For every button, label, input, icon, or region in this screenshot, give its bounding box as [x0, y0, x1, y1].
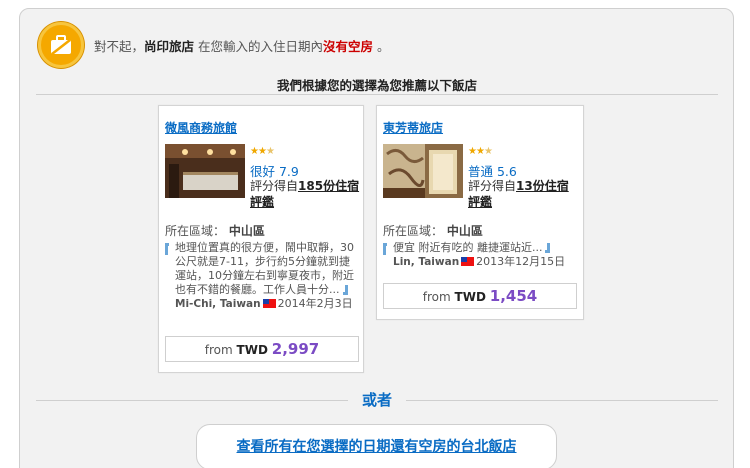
review-text: 地理位置真的很方便，鬧中取靜，30公尺就是7-11，步行約5分鐘就到捷運站，10… — [175, 241, 354, 296]
half-star-icon: ★ — [483, 146, 493, 157]
district: 所在區域： 中山區 — [165, 222, 265, 239]
quote-mark-icon — [383, 243, 387, 255]
divider — [406, 400, 718, 401]
district-value: 中山區 — [228, 224, 265, 238]
price-from-label: from — [204, 343, 233, 357]
hotel-photo[interactable] — [383, 144, 463, 198]
taiwan-flag-icon — [461, 257, 475, 266]
quote-mark-icon — [545, 243, 551, 253]
star-icon: ★ — [468, 146, 477, 157]
district-label: 所在區域： — [165, 224, 226, 238]
hotel-name-link[interactable]: 微風商務旅館 — [165, 119, 237, 136]
price-amount: 2,997 — [271, 340, 320, 358]
alert-middle-text: 在您輸入的入住日期內 — [194, 39, 324, 54]
star-rating: ★★★ — [468, 146, 493, 157]
price-box[interactable]: from TWD 1,454 — [383, 283, 577, 309]
price-currency: TWD — [454, 290, 486, 304]
price-currency: TWD — [236, 343, 268, 357]
suitcase-alert-icon — [38, 22, 84, 68]
hotel-photo[interactable] — [165, 144, 245, 198]
alert-suffix: 。 — [373, 39, 390, 54]
reviewer-name: Lin, Taiwan — [393, 256, 460, 268]
star-rating: ★★★ — [250, 146, 275, 157]
hotel-card: 微風商務旅館 ★★★ 很好 7.9 評分得自185份住宿評鑑 所在區域： 中山區… — [158, 105, 364, 373]
alert-status: 沒有空房 — [323, 39, 374, 54]
review-count: 評分得自185份住宿評鑑 — [250, 178, 360, 210]
review-count-prefix: 評分得自 — [468, 179, 517, 193]
price-from-label: from — [422, 290, 451, 304]
review-quote: 便宜 附近有吃的 離捷運站近... Lin, Taiwan 2013年12月15日 — [383, 241, 577, 269]
district: 所在區域： 中山區 — [383, 222, 483, 239]
hotel-name-link[interactable]: 東芳蒂旅店 — [383, 119, 443, 136]
view-all-available-hotels-button[interactable]: 查看所有在您選擇的日期還有空房的台北飯店 — [196, 424, 557, 468]
review-date: 2013年12月15日 — [476, 255, 566, 268]
star-icon: ★ — [257, 146, 267, 157]
review-date: 2014年2月3日 — [277, 297, 353, 310]
district-value: 中山區 — [446, 224, 483, 238]
taiwan-flag-icon — [262, 299, 276, 308]
star-icon: ★ — [475, 146, 485, 157]
divider — [36, 400, 348, 401]
reviewer-name: Mi-Chi, Taiwan — [175, 298, 261, 310]
review-quote: 地理位置真的很方便，鬧中取靜，30公尺就是7-11，步行約5分鐘就到捷運站，10… — [165, 241, 357, 311]
district-label: 所在區域： — [383, 224, 444, 238]
star-icon: ★ — [250, 146, 259, 157]
alert-message: 對不起，尚印旅店 在您輸入的入住日期內沒有空房 。 — [94, 36, 390, 55]
price-amount: 1,454 — [489, 287, 538, 305]
quote-mark-icon — [165, 243, 169, 255]
view-all-available-hotels-link[interactable]: 查看所有在您選擇的日期還有空房的台北飯店 — [237, 439, 517, 455]
half-star-icon: ★ — [265, 146, 275, 157]
review-count: 評分得自13份住宿評鑑 — [468, 178, 578, 210]
quote-mark-icon — [342, 285, 348, 295]
review-text: 便宜 附近有吃的 離捷運站近... — [393, 241, 543, 254]
or-label: 或者 — [361, 391, 392, 409]
recommend-title: 我們根據您的選擇為您推薦以下飯店 — [276, 78, 477, 93]
divider — [36, 94, 718, 95]
price-box[interactable]: from TWD 2,997 — [165, 336, 359, 362]
alert-prefix: 對不起， — [94, 39, 145, 54]
review-count-prefix: 評分得自 — [250, 179, 299, 193]
hotel-card: 東芳蒂旅店 ★★★ 普通 5.6 評分得自13份住宿評鑑 所在區域： 中山區 便… — [376, 105, 584, 320]
alert-hotel-name: 尚印旅店 — [144, 39, 195, 54]
